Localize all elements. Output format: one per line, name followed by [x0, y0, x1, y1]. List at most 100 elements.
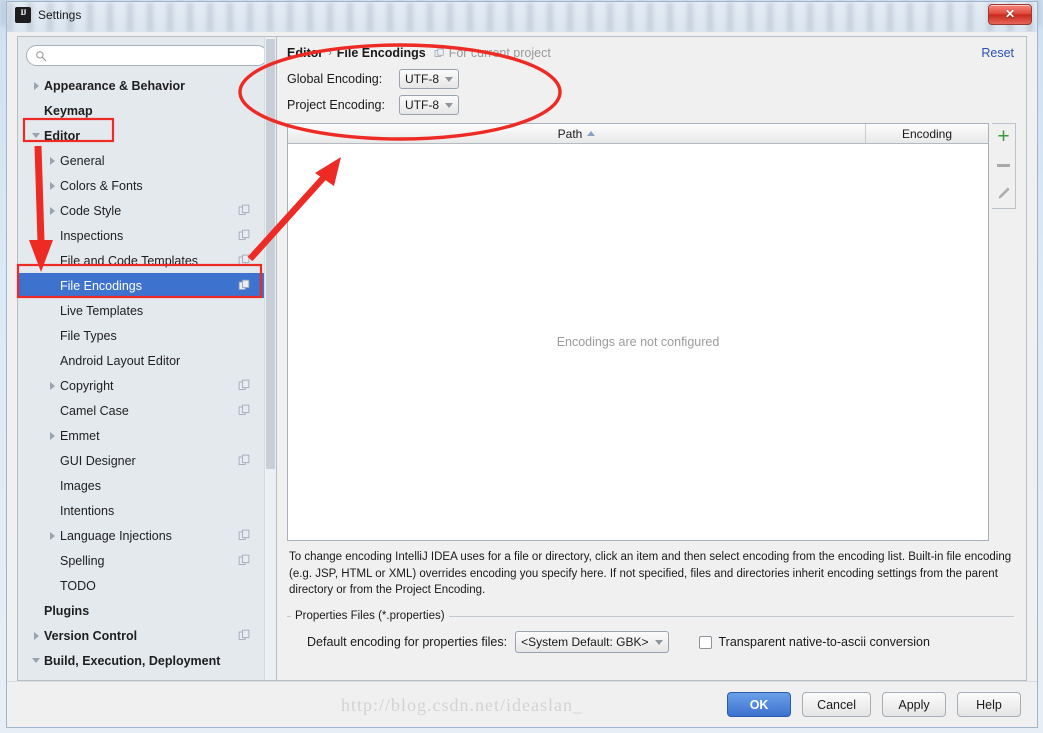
add-encoding-button[interactable]: +	[995, 126, 1013, 147]
sidebar-item-inspections[interactable]: Inspections	[18, 223, 276, 248]
project-scope-copy-icon	[238, 629, 250, 640]
sidebar-item-label: File Encodings	[60, 278, 142, 293]
sidebar-item-live-templates[interactable]: Live Templates	[18, 298, 276, 323]
sidebar-item-file-encodings[interactable]: File Encodings	[18, 273, 276, 298]
sidebar-item-label: TODO	[60, 578, 96, 593]
chevron-right-icon[interactable]	[44, 431, 60, 440]
sidebar-item-build-execution-deployment[interactable]: Build, Execution, Deployment	[18, 648, 276, 673]
column-header-path-label: Path	[557, 126, 583, 141]
close-window-button[interactable]: ✕	[988, 4, 1032, 25]
sidebar-item-file-types[interactable]: File Types	[18, 323, 276, 348]
default-properties-encoding-select[interactable]: <System Default: GBK>	[515, 631, 669, 654]
sidebar-item-label: General	[60, 153, 105, 168]
pencil-icon	[998, 187, 1010, 198]
cancel-button[interactable]: Cancel	[802, 692, 871, 717]
global-encoding-select[interactable]: UTF-8	[399, 69, 459, 89]
encodings-table-toolbar: +	[992, 123, 1016, 209]
apply-button[interactable]: Apply	[882, 692, 946, 717]
project-scope-copy-icon	[238, 229, 250, 240]
project-scope-copy-icon	[238, 204, 250, 215]
title-bar: Settings ✕	[7, 2, 1037, 32]
chevron-right-icon[interactable]	[44, 156, 60, 165]
settings-search-box[interactable]	[26, 45, 268, 66]
sidebar-item-appearance-behavior[interactable]: Appearance & Behavior	[18, 73, 276, 98]
search-icon	[36, 50, 47, 61]
default-properties-encoding-label: Default encoding for properties files:	[307, 635, 508, 650]
sidebar-item-code-style[interactable]: Code Style	[18, 198, 276, 223]
ok-button[interactable]: OK	[727, 692, 792, 717]
sidebar-item-label: Keymap	[44, 103, 93, 118]
sidebar-scrollbar-track[interactable]	[264, 37, 276, 680]
encodings-table: Path Encoding Encodings are not configur…	[287, 123, 989, 541]
chevron-right-icon[interactable]	[28, 81, 44, 90]
title-bar-left: Settings	[15, 7, 81, 23]
reset-link[interactable]: Reset	[981, 46, 1014, 60]
encodings-table-body[interactable]: Encodings are not configured	[288, 144, 988, 540]
sidebar-item-file-and-code-templates[interactable]: File and Code Templates	[18, 248, 276, 273]
encoding-label: Project Encoding:	[287, 98, 385, 112]
breadcrumb-parent[interactable]: Editor	[287, 46, 323, 60]
minus-icon	[997, 163, 1010, 167]
window-title: Settings	[38, 8, 82, 22]
close-icon: ✕	[1004, 7, 1016, 21]
sidebar-item-plugins[interactable]: Plugins	[18, 598, 276, 623]
sidebar-item-emmet[interactable]: Emmet	[18, 423, 276, 448]
sidebar-scrollbar-thumb[interactable]	[266, 39, 275, 469]
column-header-path[interactable]: Path	[288, 124, 866, 144]
sidebar-item-general[interactable]: General	[18, 148, 276, 173]
chevron-right-icon[interactable]	[44, 181, 60, 190]
sidebar-item-copyright[interactable]: Copyright	[18, 373, 276, 398]
sidebar-item-language-injections[interactable]: Language Injections	[18, 523, 276, 548]
checkbox-box-icon	[698, 635, 712, 649]
transparent-native-to-ascii-checkbox[interactable]: Transparent native-to-ascii conversion	[698, 635, 930, 650]
sidebar-item-images[interactable]: Images	[18, 473, 276, 498]
sidebar-item-label: GUI Designer	[60, 453, 136, 468]
sidebar-item-label: Plugins	[44, 603, 90, 618]
chevron-right-icon[interactable]	[44, 381, 60, 390]
chevron-right-icon[interactable]	[44, 206, 60, 215]
sidebar-item-version-control[interactable]: Version Control	[18, 623, 276, 648]
encoding-value: UTF-8	[405, 98, 439, 112]
encoding-row: Global Encoding: UTF-8	[287, 66, 1016, 92]
sidebar-item-editor[interactable]: Editor	[18, 123, 276, 148]
sidebar-item-label: Camel Case	[60, 403, 129, 418]
sidebar-item-label: Editor	[44, 128, 81, 143]
sidebar-item-gui-designer[interactable]: GUI Designer	[18, 448, 276, 473]
sidebar-item-label: Emmet	[60, 428, 100, 443]
search-wrapper	[18, 37, 276, 70]
sidebar-item-spelling[interactable]: Spelling	[18, 548, 276, 573]
sidebar-item-label: Android Layout Editor	[60, 353, 181, 368]
settings-search-input[interactable]	[51, 47, 259, 64]
breadcrumb-scope-note: For current project	[434, 46, 551, 60]
remove-encoding-button[interactable]	[995, 156, 1013, 174]
project-encoding-select[interactable]: UTF-8	[399, 95, 459, 115]
intellij-idea-logo-icon	[15, 7, 31, 23]
sidebar-item-label: Appearance & Behavior	[44, 78, 186, 93]
column-header-encoding[interactable]: Encoding	[866, 124, 988, 144]
project-scope-copy-icon	[238, 529, 250, 540]
sidebar-item-todo[interactable]: TODO	[18, 573, 276, 598]
sidebar-item-label: Intentions	[60, 503, 115, 518]
settings-tree: Appearance & Behavior Keymap Editor General…	[18, 70, 276, 680]
breadcrumb-current: File Encodings	[336, 46, 426, 60]
sidebar-item-camel-case[interactable]: Camel Case	[18, 398, 276, 423]
project-scope-copy-icon	[238, 254, 250, 265]
chevron-down-icon[interactable]	[28, 658, 44, 663]
help-button[interactable]: Help	[957, 692, 1021, 717]
sidebar-item-label: Colors & Fonts	[60, 178, 143, 193]
chevron-right-icon[interactable]	[28, 631, 44, 640]
edit-encoding-button[interactable]	[995, 184, 1013, 202]
transparent-native-to-ascii-label: Transparent native-to-ascii conversion	[718, 635, 930, 650]
sidebar-item-label: File and Code Templates	[60, 253, 199, 268]
encodings-table-header: Path Encoding	[288, 124, 988, 144]
project-scope-copy-icon	[238, 454, 250, 465]
encoding-row: Project Encoding: UTF-8	[287, 92, 1016, 118]
sidebar-item-keymap[interactable]: Keymap	[18, 98, 276, 123]
chevron-right-icon[interactable]	[44, 531, 60, 540]
sidebar-item-android-layout-editor[interactable]: Android Layout Editor	[18, 348, 276, 373]
sidebar-item-colors-fonts[interactable]: Colors & Fonts	[18, 173, 276, 198]
chevron-down-icon[interactable]	[28, 133, 44, 138]
sidebar-item-intentions[interactable]: Intentions	[18, 498, 276, 523]
sidebar-item-label: Spelling	[60, 553, 105, 568]
sidebar-item-label: File Types	[60, 328, 117, 343]
